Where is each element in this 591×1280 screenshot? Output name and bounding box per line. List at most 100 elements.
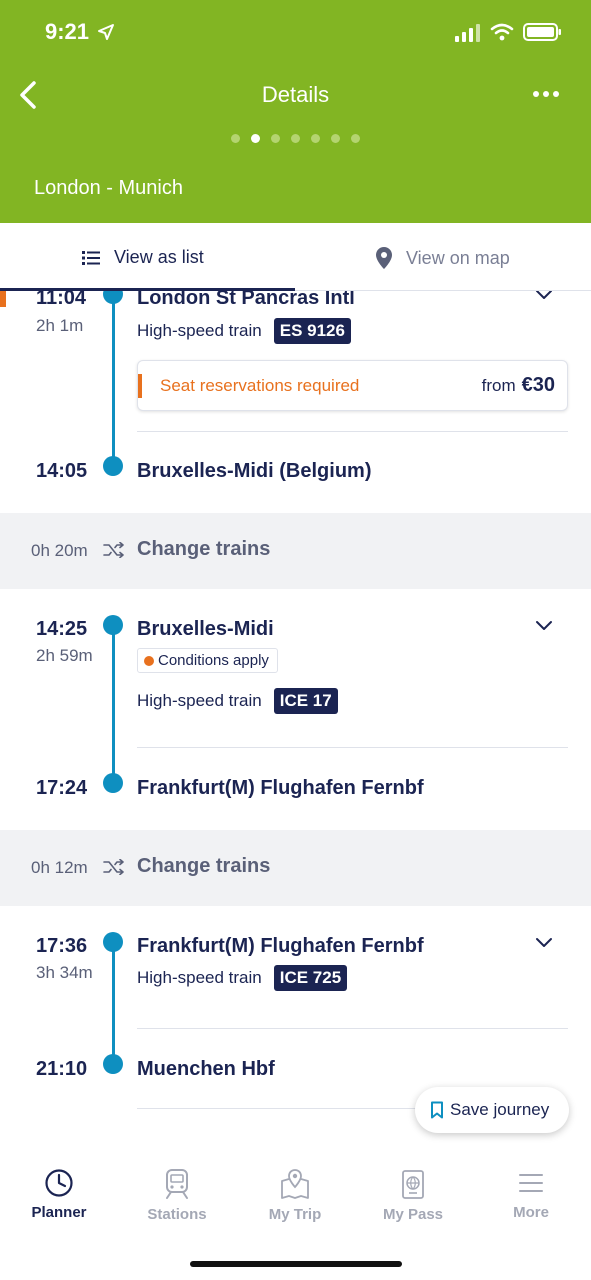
change-label: Change trains: [137, 855, 271, 877]
nav-stations[interactable]: Stations: [118, 1168, 236, 1223]
reservation-text: Seat reservations required: [160, 376, 360, 395]
train-type: High-speed train: [137, 968, 262, 987]
departure-station: Frankfurt(M) Flughafen Fernbf: [137, 935, 424, 957]
departure-time: 17:36: [36, 935, 88, 957]
wifi-icon: [490, 23, 514, 41]
arrival-station: Bruxelles-Midi (Belgium): [137, 460, 372, 482]
arrival-time: 14:05: [36, 460, 88, 482]
tab-view-as-list[interactable]: View as list: [82, 247, 204, 268]
alert-edge-marker: [0, 291, 6, 307]
home-indicator: [190, 1261, 402, 1267]
map-pin-icon: [281, 1169, 309, 1199]
status-time: 9:21: [45, 19, 90, 44]
divider: [137, 1028, 568, 1029]
page-dot: [291, 134, 300, 143]
route-line: [112, 291, 115, 466]
nav-my-trip[interactable]: My Trip: [236, 1168, 354, 1223]
conditions-label: Conditions apply: [158, 652, 269, 669]
chevron-down-icon[interactable]: [535, 291, 553, 301]
train-icon: [166, 1169, 188, 1199]
divider: [137, 747, 568, 748]
page-indicator: [0, 134, 591, 143]
change-trains-row: 0h 12m Change trains: [0, 830, 591, 906]
seat-reservation-card[interactable]: Seat reservations required from €30: [137, 360, 568, 411]
app-header: 9:21 Details London - Munich: [0, 0, 591, 223]
stop-dot: [103, 456, 123, 476]
location-arrow-icon: [98, 24, 114, 40]
leg-duration: 3h 34m: [36, 963, 93, 982]
clock-icon: [45, 1169, 73, 1197]
info-icon: [144, 655, 154, 666]
stop-dot: [103, 1054, 123, 1074]
change-duration: 0h 20m: [31, 541, 88, 560]
train-info: High-speed train ICE 725: [137, 965, 348, 991]
tab-list-label: View as list: [114, 247, 204, 267]
map-pin-icon: [376, 247, 392, 269]
page-dot: [271, 134, 280, 143]
list-icon: [82, 250, 100, 265]
signal-icon: [455, 24, 480, 42]
route-line: [112, 942, 115, 1064]
arrival-station: Muenchen Hbf: [137, 1058, 275, 1080]
change-trains-row: 0h 20m Change trains: [0, 513, 591, 589]
train-type: High-speed train: [137, 691, 262, 710]
journey-details: 11:04 London St Pancras Intl 2h 1m High-…: [0, 291, 591, 1146]
nav-more[interactable]: More: [472, 1168, 590, 1221]
conditions-badge[interactable]: Conditions apply: [137, 648, 278, 673]
train-number-badge: ES 9126: [273, 318, 351, 344]
departure-station: Bruxelles-Midi: [137, 618, 274, 640]
shuffle-icon: [103, 859, 124, 875]
price-from-label: from: [481, 376, 516, 395]
chevron-down-icon[interactable]: [535, 620, 553, 632]
route-line: [112, 625, 115, 785]
save-journey-label: Save journey: [450, 1100, 550, 1119]
tab-map-label: View on map: [406, 247, 510, 268]
reservation-price: from €30: [482, 374, 555, 397]
page-dot: [311, 134, 320, 143]
price-value: €30: [521, 374, 555, 396]
bookmark-icon: [431, 1101, 443, 1119]
passport-icon: [402, 1170, 424, 1199]
page-dot: [231, 134, 240, 143]
warning-bar: [138, 374, 142, 398]
journey-leg-2: 14:25 Bruxelles-Midi 2h 59m Conditions a…: [0, 589, 591, 830]
page-dot: [351, 134, 360, 143]
train-type: High-speed train: [137, 321, 262, 340]
arrival-time: 21:10: [36, 1058, 88, 1080]
view-tabs: View as list View on map: [0, 223, 591, 291]
nav-label: My Pass: [382, 1206, 444, 1223]
stop-dot: [103, 615, 123, 635]
leg-duration: 2h 59m: [36, 646, 93, 665]
change-duration: 0h 12m: [31, 858, 88, 877]
change-label: Change trains: [137, 538, 271, 560]
tab-view-on-map[interactable]: View on map: [376, 247, 510, 269]
chevron-down-icon[interactable]: [535, 937, 553, 949]
train-info: High-speed train ICE 17: [137, 688, 338, 714]
nav-label: Stations: [147, 1206, 207, 1223]
nav-label: My Trip: [268, 1206, 322, 1223]
nav-label: More: [513, 1204, 549, 1221]
stop-dot: [103, 773, 123, 793]
nav-label: Planner: [31, 1204, 87, 1221]
more-options-icon[interactable]: [532, 86, 560, 102]
train-number-badge: ICE 17: [273, 688, 338, 714]
nav-my-pass[interactable]: My Pass: [354, 1168, 472, 1223]
menu-icon: [519, 1174, 543, 1192]
train-number-badge: ICE 725: [273, 965, 348, 991]
train-info: High-speed train ES 9126: [137, 318, 351, 344]
bottom-nav: Planner Stations My Trip My Pass More: [0, 1146, 591, 1280]
departure-time: 11:04: [36, 291, 87, 309]
leg-duration: 2h 1m: [36, 316, 84, 335]
page-dot: [331, 134, 340, 143]
route-title: London - Munich: [34, 177, 183, 199]
save-journey-button[interactable]: Save journey: [415, 1087, 569, 1133]
arrival-station: Frankfurt(M) Flughafen Fernbf: [137, 777, 424, 799]
page-title: Details: [261, 82, 330, 107]
battery-icon: [523, 23, 561, 41]
departure-station: London St Pancras Intl: [137, 291, 355, 309]
nav-planner[interactable]: Planner: [0, 1168, 118, 1221]
stop-dot: [103, 291, 123, 304]
shuffle-icon: [103, 542, 124, 558]
departure-time: 14:25: [36, 618, 88, 640]
divider: [137, 431, 568, 432]
